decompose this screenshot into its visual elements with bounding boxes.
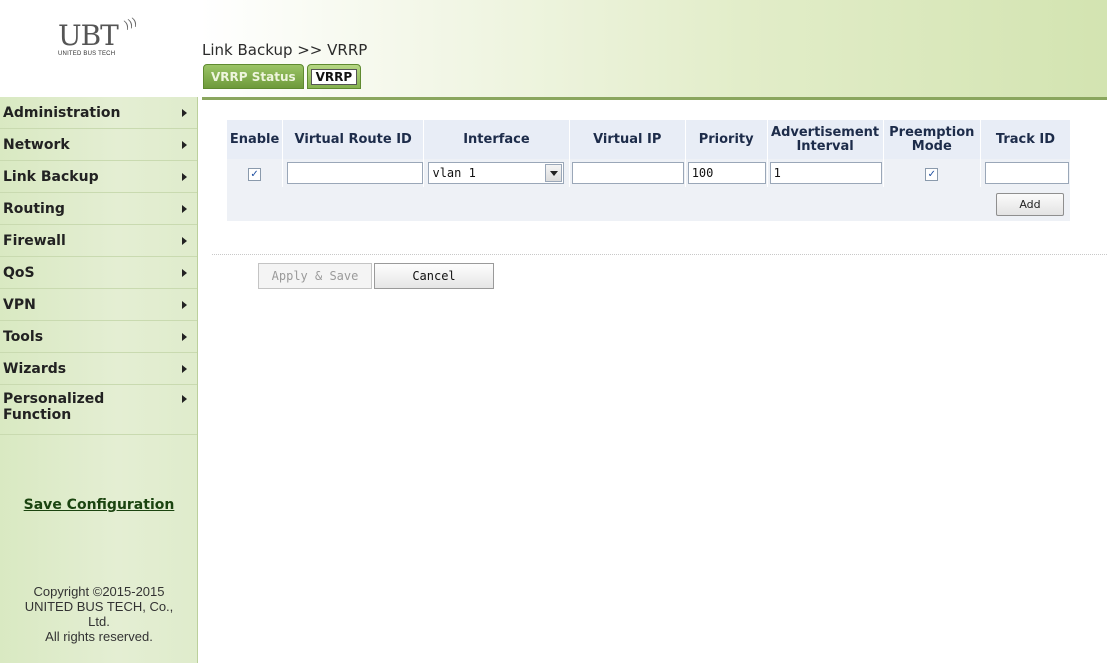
priority-cell: 100 bbox=[685, 159, 768, 187]
sidebar-item-label: QoS bbox=[3, 264, 35, 281]
interface-select[interactable]: vlan 1 bbox=[428, 162, 565, 184]
divider bbox=[212, 254, 1107, 255]
sidebar-item-label: Link Backup bbox=[3, 168, 99, 185]
column-header-enable: Enable bbox=[227, 120, 284, 159]
table-row: ✓ vlan 1 100 1 ✓ bbox=[227, 159, 1072, 187]
sidebar-item-link-backup[interactable]: Link Backup bbox=[0, 161, 197, 193]
column-header-virtual-route-id: Virtual Route ID bbox=[282, 120, 425, 159]
sidebar-item-label: Firewall bbox=[3, 232, 66, 249]
interface-select-value: vlan 1 bbox=[432, 166, 476, 180]
column-header-track-id: Track ID bbox=[980, 120, 1072, 159]
chevron-right-icon bbox=[182, 204, 187, 213]
main-content: Enable Virtual Route ID Interface Virtua… bbox=[202, 100, 1107, 663]
track-id-input[interactable] bbox=[984, 162, 1069, 184]
chevron-right-icon bbox=[182, 364, 187, 373]
track-id-cell bbox=[980, 159, 1072, 187]
sidebar-item-label: Routing bbox=[3, 200, 65, 217]
page: UBT ))) UNITED BUS TECH Link Backup >> V… bbox=[0, 0, 1107, 663]
column-header-advertisement-interval: Advertisement Interval bbox=[767, 120, 884, 159]
column-header-priority: Priority bbox=[685, 120, 768, 159]
chevron-right-icon bbox=[182, 395, 187, 403]
sidebar-item-administration[interactable]: Administration bbox=[0, 97, 197, 129]
copyright-line: Copyright ©2015-2015 bbox=[33, 584, 165, 599]
column-header-interface: Interface bbox=[423, 120, 570, 159]
copyright: Copyright ©2015-2015 UNITED BUS TECH, Co… bbox=[0, 584, 198, 644]
chevron-right-icon bbox=[182, 268, 187, 277]
table-header-row: Enable Virtual Route ID Interface Virtua… bbox=[227, 120, 1072, 159]
column-header-preemption-mode: Preemption Mode bbox=[883, 120, 981, 159]
vrrp-table: Enable Virtual Route ID Interface Virtua… bbox=[227, 120, 1072, 221]
column-header-virtual-ip: Virtual IP bbox=[569, 120, 686, 159]
add-row-cell: Add bbox=[227, 187, 1071, 221]
sidebar-item-tools[interactable]: Tools bbox=[0, 321, 197, 353]
preemption-mode-checkbox[interactable]: ✓ bbox=[925, 167, 939, 181]
header: Link Backup >> VRRP VRRP Status VRRP bbox=[200, 0, 1107, 100]
chevron-right-icon bbox=[182, 140, 187, 149]
sidebar-item-network[interactable]: Network bbox=[0, 129, 197, 161]
priority-input[interactable]: 100 bbox=[687, 162, 766, 184]
sidebar-item-label: VPN bbox=[3, 296, 36, 313]
sidebar-item-wizards[interactable]: Wizards bbox=[0, 353, 197, 385]
sidebar-item-label: Tools bbox=[3, 328, 44, 345]
tab-vrrp[interactable]: VRRP bbox=[306, 64, 362, 89]
advertisement-interval-cell: 1 bbox=[767, 159, 884, 187]
interface-cell: vlan 1 bbox=[423, 159, 570, 187]
add-button[interactable]: Add bbox=[996, 193, 1064, 216]
sidebar: Administration Network Link Backup Routi… bbox=[0, 97, 198, 663]
virtual-route-id-cell bbox=[282, 159, 425, 187]
logo-subtitle: UNITED BUS TECH bbox=[58, 51, 116, 57]
advertisement-interval-input[interactable]: 1 bbox=[769, 162, 882, 184]
breadcrumb: Link Backup >> VRRP bbox=[202, 41, 368, 59]
add-row: Add bbox=[227, 187, 1071, 221]
sidebar-item-personalized-function[interactable]: Personalized Function bbox=[0, 385, 197, 435]
action-buttons: Apply & Save Cancel bbox=[258, 263, 494, 289]
copyright-line: All rights reserved. bbox=[45, 629, 153, 644]
tab-label: VRRP bbox=[310, 69, 358, 85]
virtual-route-id-input[interactable] bbox=[287, 162, 424, 184]
sidebar-item-label: Personalized Function bbox=[3, 391, 105, 423]
chevron-right-icon bbox=[182, 172, 187, 181]
sidebar-item-vpn[interactable]: VPN bbox=[0, 289, 197, 321]
chevron-right-icon bbox=[182, 108, 187, 117]
chevron-right-icon bbox=[182, 332, 187, 341]
apply-save-button[interactable]: Apply & Save bbox=[258, 263, 372, 289]
sidebar-item-firewall[interactable]: Firewall bbox=[0, 225, 197, 257]
save-configuration-link[interactable]: Save Configuration bbox=[0, 497, 198, 513]
virtual-ip-input[interactable] bbox=[571, 162, 684, 184]
sidebar-item-routing[interactable]: Routing bbox=[0, 193, 197, 225]
copyright-line: UNITED BUS TECH, Co., bbox=[24, 599, 174, 614]
enable-checkbox[interactable]: ✓ bbox=[248, 167, 262, 181]
sidebar-item-qos[interactable]: QoS bbox=[0, 257, 197, 289]
sidebar-item-label: Network bbox=[3, 136, 70, 153]
chevron-down-icon[interactable] bbox=[545, 164, 563, 182]
tab-vrrp-status[interactable]: VRRP Status bbox=[203, 64, 304, 89]
chevron-right-icon bbox=[182, 300, 187, 309]
preemption-mode-cell: ✓ bbox=[883, 159, 981, 187]
logo[interactable]: UBT ))) UNITED BUS TECH bbox=[58, 15, 148, 62]
tab-label: VRRP Status bbox=[211, 70, 296, 84]
enable-cell: ✓ bbox=[227, 159, 284, 187]
sidebar-item-label: Wizards bbox=[3, 360, 67, 377]
virtual-ip-cell bbox=[569, 159, 686, 187]
copyright-line: Ltd. bbox=[88, 614, 110, 629]
tab-bar: VRRP Status VRRP bbox=[203, 64, 364, 89]
sidebar-item-label: Administration bbox=[3, 104, 121, 121]
cancel-button[interactable]: Cancel bbox=[374, 263, 494, 289]
chevron-right-icon bbox=[182, 236, 187, 245]
logo-area: UBT ))) UNITED BUS TECH bbox=[0, 0, 200, 97]
